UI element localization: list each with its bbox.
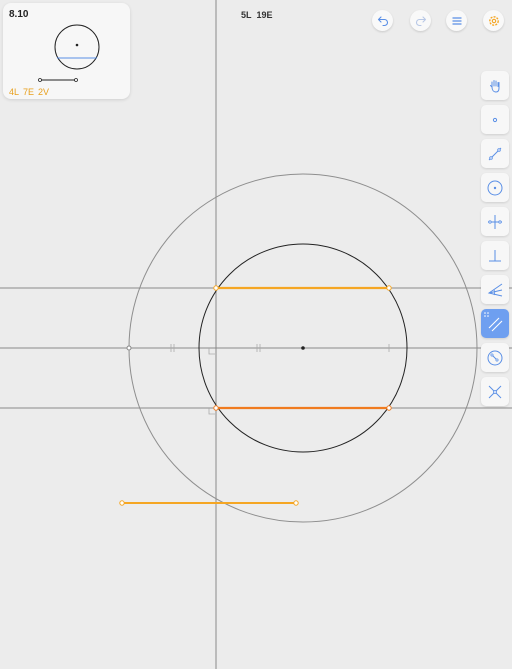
level-variants-count: 2V bbox=[38, 87, 50, 97]
settings-button[interactable] bbox=[483, 10, 504, 31]
redo-icon bbox=[415, 15, 426, 26]
point bbox=[126, 345, 132, 351]
line-icon bbox=[488, 147, 502, 160]
selected-dots-icon bbox=[484, 312, 489, 317]
perpendicular-icon bbox=[489, 249, 501, 261]
level-preview bbox=[38, 24, 100, 82]
level-stats: 4L 7E 2V bbox=[9, 87, 49, 97]
intersect-icon bbox=[488, 385, 502, 398]
perpendicular-bisector-tool[interactable] bbox=[481, 207, 509, 236]
settings-icon bbox=[488, 15, 499, 26]
lines-count: 5L bbox=[241, 10, 252, 20]
hand-tool[interactable] bbox=[481, 71, 509, 100]
move-counter: 5L 19E bbox=[241, 10, 273, 20]
construction-points[interactable] bbox=[119, 285, 392, 506]
menu-icon bbox=[451, 16, 462, 25]
undo-button[interactable] bbox=[372, 10, 393, 31]
level-elementary-count: 7E bbox=[23, 87, 35, 97]
point bbox=[119, 500, 125, 506]
point-icon bbox=[492, 117, 498, 122]
point bbox=[293, 500, 299, 506]
parallel-tool[interactable] bbox=[481, 309, 509, 338]
menu-button[interactable] bbox=[446, 10, 467, 31]
level-number: 8.10 bbox=[9, 9, 29, 20]
elementary-count: 19E bbox=[256, 10, 273, 20]
point bbox=[213, 285, 219, 291]
compass-tool[interactable] bbox=[481, 343, 509, 372]
point bbox=[386, 285, 392, 291]
center-point[interactable] bbox=[301, 346, 305, 350]
tool-palette bbox=[481, 71, 509, 411]
point-tool[interactable] bbox=[481, 105, 509, 134]
point bbox=[386, 405, 392, 411]
perpendicular-bisector-icon bbox=[488, 214, 502, 229]
level-card[interactable]: 8.10 4L 7E 2V bbox=[3, 3, 130, 99]
construction-canvas[interactable] bbox=[0, 0, 512, 669]
perpendicular-tool[interactable] bbox=[481, 241, 509, 270]
level-lines-count: 4L bbox=[9, 87, 20, 97]
redo-button[interactable] bbox=[410, 10, 431, 31]
right-angle-marks bbox=[208, 348, 215, 415]
angle-bisector-tool[interactable] bbox=[481, 275, 509, 304]
line-tool[interactable] bbox=[481, 139, 509, 168]
intersect-tool[interactable] bbox=[481, 377, 509, 406]
circle-tool[interactable] bbox=[481, 173, 509, 202]
undo-icon bbox=[377, 15, 388, 26]
circle-icon bbox=[487, 180, 503, 195]
angle-bisector-icon bbox=[487, 283, 503, 296]
compass-icon bbox=[487, 350, 503, 365]
hand-icon bbox=[490, 79, 500, 93]
point bbox=[213, 405, 219, 411]
